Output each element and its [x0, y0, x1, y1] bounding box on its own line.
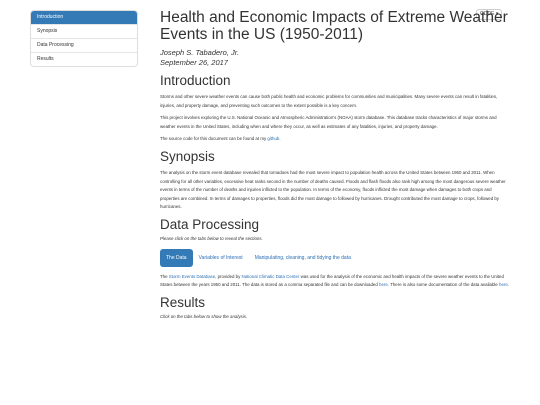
dp-text-3: . There is also some documentation of th… — [387, 282, 500, 288]
results-note: Click on the tabs below to show the anal… — [160, 313, 248, 319]
data-processing-note: Please click on the tabs below to reveal… — [160, 235, 263, 241]
storm-events-database-link[interactable]: Storm Events Database — [169, 274, 215, 279]
download-link[interactable]: here — [379, 282, 388, 287]
ncdc-link[interactable]: National Climatic Data Center — [242, 274, 300, 279]
table-of-contents: Introduction Synopsis Data Processing Re… — [30, 10, 138, 67]
data-processing-paragraph: The Storm Events Database, provided by N… — [160, 273, 512, 290]
main-content: Health and Economic Impacts of Extreme W… — [160, 9, 512, 321]
date: September 26, 2017 — [160, 58, 228, 67]
introduction-paragraph-3: The source code for this document can be… — [160, 135, 512, 144]
toc-item-results[interactable]: Results — [31, 52, 137, 66]
dp-text-0: The — [160, 273, 169, 279]
section-heading-data-processing: Data Processing — [160, 216, 260, 232]
data-processing-tabs: The Data Variables of Interest Manipulat… — [160, 248, 512, 267]
source-text: The source code for this document can be… — [160, 136, 268, 142]
introduction-paragraph-2: This project involves exploring the U.S.… — [160, 115, 497, 129]
tab-manipulating-data[interactable]: Manipulating, cleaning, and tidying the … — [249, 249, 357, 267]
section-heading-introduction: Introduction — [160, 73, 231, 88]
author: Joseph S. Tabadero, Jr. — [160, 48, 240, 57]
tab-variables-of-interest[interactable]: Variables of Interest — [193, 249, 249, 267]
toc-item-introduction[interactable]: Introduction — [31, 11, 137, 24]
dp-text-4: . — [507, 282, 510, 288]
source-text-end: . — [279, 136, 281, 142]
synopsis-paragraph: The analysis on the storm event database… — [160, 169, 506, 210]
section-heading-synopsis: Synopsis — [160, 148, 215, 164]
page-title: Health and Economic Impacts of Extreme W… — [160, 9, 508, 43]
toc-item-synopsis[interactable]: Synopsis — [31, 24, 137, 38]
introduction-paragraph-1: Storms and other severe weather events c… — [160, 94, 498, 108]
documentation-link[interactable]: here — [499, 282, 508, 287]
section-heading-results: Results — [160, 294, 206, 310]
dp-text-1: , provided by — [215, 273, 242, 279]
github-link[interactable]: github — [267, 136, 279, 141]
tab-the-data[interactable]: The Data — [160, 248, 193, 267]
toc-item-data-processing[interactable]: Data Processing — [31, 38, 137, 52]
